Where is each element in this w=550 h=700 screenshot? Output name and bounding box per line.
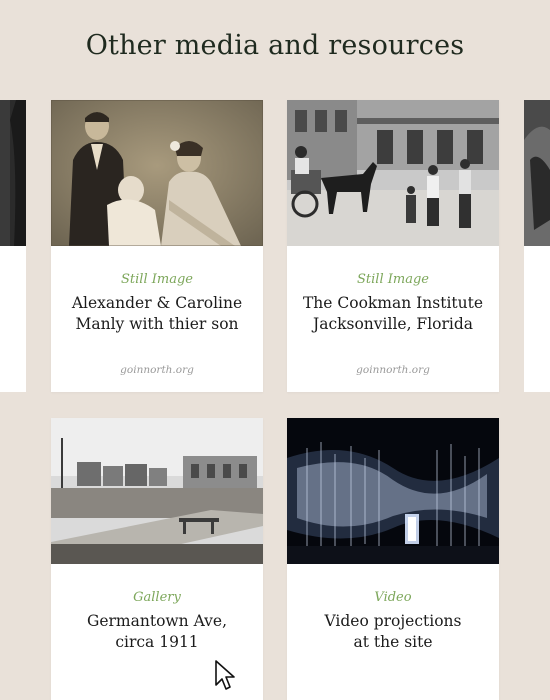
carousel-next-card-partial[interactable]: [524, 100, 550, 392]
sepia-family-portrait-image: [51, 100, 263, 246]
card-title[interactable]: Germantown Ave, circa 1911: [51, 611, 263, 653]
card-title-line: Alexander & Caroline: [71, 294, 243, 312]
partial-thumbnail: [0, 100, 26, 246]
card-title-line: Germantown Ave,: [86, 612, 228, 630]
card-title-line: circa 1911: [115, 633, 199, 651]
card-title-line: at the site: [353, 633, 433, 651]
card-title-line: Jacksonville, Florida: [312, 315, 474, 333]
card-thumbnail: [287, 418, 499, 564]
card-thumbnail: [287, 100, 499, 246]
media-card[interactable]: Still Image The Cookman Institute Jackso…: [287, 100, 499, 392]
source-link[interactable]: goinnorth.org: [51, 364, 263, 376]
card-title[interactable]: The Cookman Institute Jacksonville, Flor…: [287, 293, 499, 335]
card-thumbnail: [51, 418, 263, 564]
street-scene-horse-cart-image: [287, 100, 499, 246]
partial-thumbnail: [524, 100, 550, 246]
card-thumbnail: [51, 100, 263, 246]
media-type-label: Still Image: [121, 272, 193, 287]
old-street-photo-image: [51, 418, 263, 564]
card-title-line: Video projections: [324, 612, 462, 630]
media-card[interactable]: Still Image Alexander & Caroline Manly w…: [51, 100, 263, 392]
media-type-label: Still Image: [357, 272, 429, 287]
media-card[interactable]: Video Video projections at the site: [287, 418, 499, 700]
media-type-label: Video: [374, 590, 412, 605]
card-title-line: The Cookman Institute: [302, 294, 484, 312]
carousel-prev-card-partial[interactable]: [0, 100, 26, 392]
night-light-projection-image: [287, 418, 499, 564]
media-card[interactable]: Gallery Germantown Ave, circa 1911: [51, 418, 263, 700]
page-title: Other media and resources: [85, 30, 465, 61]
card-title[interactable]: Video projections at the site: [287, 611, 499, 653]
card-title-line: Manly with thier son: [75, 315, 239, 333]
arrow-pointer-icon: [215, 660, 235, 690]
source-link[interactable]: goinnorth.org: [287, 364, 499, 376]
card-title[interactable]: Alexander & Caroline Manly with thier so…: [51, 293, 263, 335]
media-type-label: Gallery: [133, 590, 181, 605]
